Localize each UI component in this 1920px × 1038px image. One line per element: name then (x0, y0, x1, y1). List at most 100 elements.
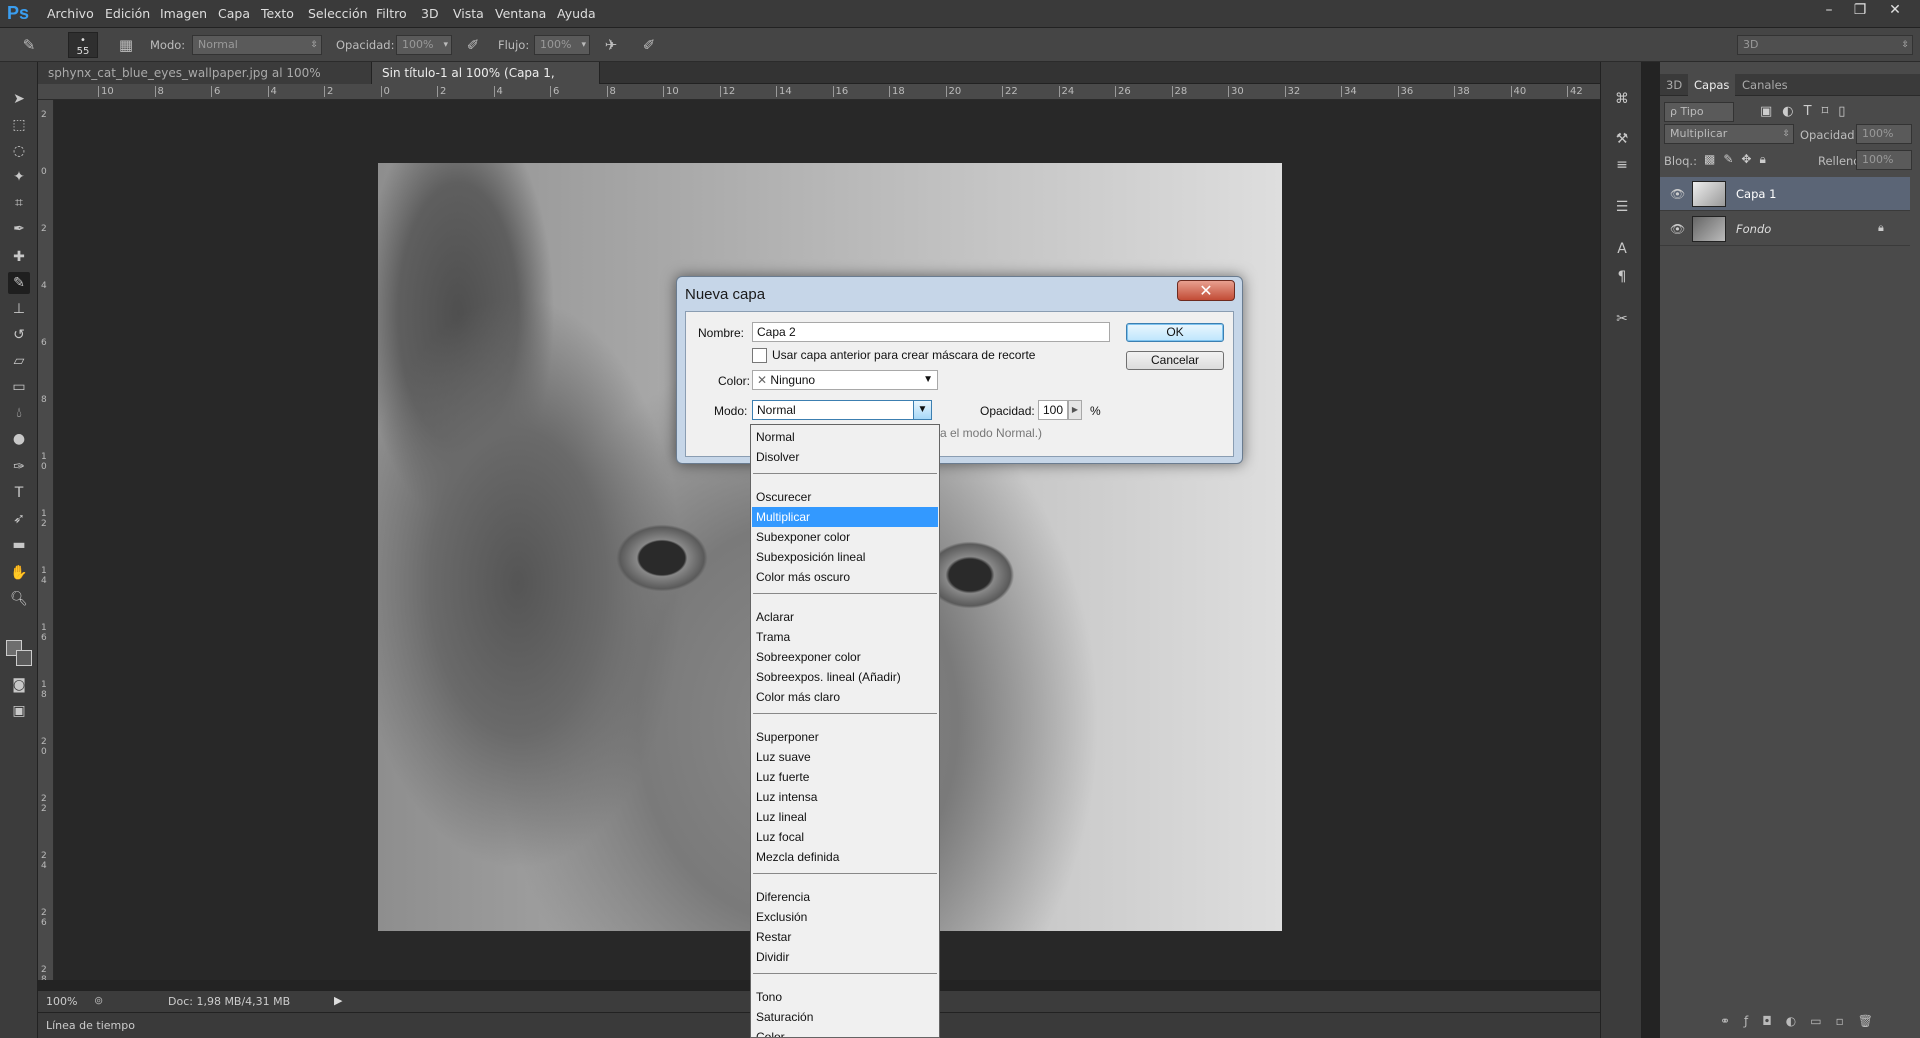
tab-sphynx[interactable]: sphynx_cat_blue_eyes_wallpaper.jpg al 10… (38, 62, 372, 102)
status-menu-arrow-icon[interactable]: ▶ (334, 994, 342, 1007)
zoom-level[interactable]: 100% (46, 995, 77, 1008)
restore-button[interactable]: ❐ (1845, 0, 1875, 22)
close-window-button[interactable]: ✕ (1880, 0, 1910, 22)
clone-stamp-tool-icon[interactable]: ⊥ (8, 298, 30, 320)
menu-texto[interactable]: Texto (261, 6, 294, 21)
mode-select[interactable]: Normal ▼ (752, 400, 932, 420)
history-panel-icon[interactable]: ⌘ (1611, 88, 1633, 110)
blend-mode-option[interactable]: Exclusión (752, 907, 938, 927)
blend-mode-option[interactable]: Sobreexponer color (752, 647, 938, 667)
screen-mode-icon[interactable]: ▣ (8, 700, 30, 722)
brush-tool-preset-icon[interactable]: ✎ (18, 34, 40, 56)
brush-size-picker[interactable]: • 55 (68, 32, 98, 58)
layer-filter-select[interactable]: ρ Tipo (1664, 102, 1734, 122)
blend-mode-option[interactable]: Disolver (752, 447, 938, 467)
menu-capa[interactable]: Capa (218, 6, 250, 21)
info-panel-icon[interactable]: ☰ (1611, 196, 1633, 218)
menu-seleccion[interactable]: Selección (308, 6, 368, 21)
blend-mode-option[interactable]: Oscurecer (752, 487, 938, 507)
blend-mode-option[interactable]: Mezcla definida (752, 847, 938, 867)
ok-button[interactable]: OK (1126, 323, 1224, 342)
layer-filter-icons[interactable]: ▣◐T⌑▯ (1760, 104, 1855, 119)
menu-filtro[interactable]: Filtro (376, 6, 407, 21)
blend-mode-option[interactable]: Luz fuerte (752, 767, 938, 787)
timeline-label[interactable]: Línea de tiempo (46, 1019, 135, 1032)
layer-name-input[interactable]: Capa 2 (752, 322, 1110, 342)
blend-mode-option[interactable]: Luz intensa (752, 787, 938, 807)
blend-mode-option[interactable]: Luz lineal (752, 807, 938, 827)
blend-mode-option[interactable]: Restar (752, 927, 938, 947)
menu-edicion[interactable]: Edición (105, 6, 150, 21)
blend-mode-option[interactable]: Multiplicar (752, 507, 938, 527)
blend-mode-option[interactable]: Color (752, 1027, 938, 1037)
adjustments-panel-icon[interactable]: ⚒ (1611, 128, 1633, 150)
blend-mode-option[interactable]: Sobreexpos. lineal (Añadir) (752, 667, 938, 687)
eye-icon[interactable]: 👁︎ (1670, 187, 1685, 201)
move-tool-icon[interactable]: ➤ (8, 88, 30, 110)
lasso-tool-icon[interactable]: ◌ (8, 140, 30, 162)
menu-3d[interactable]: 3D (421, 6, 439, 21)
opacity-slider-arrow-icon[interactable]: ▶ (1068, 400, 1082, 420)
opacity-field[interactable]: 100% ▾ (396, 35, 452, 55)
blend-mode-option[interactable]: Dividir (752, 947, 938, 967)
tab-3d[interactable]: 3D (1660, 74, 1688, 96)
blend-mode-option[interactable]: Subexponer color (752, 527, 938, 547)
paragraph-panel-icon[interactable]: ¶ (1611, 266, 1633, 288)
menu-ventana[interactable]: Ventana (495, 6, 546, 21)
pressure-opacity-icon[interactable]: ✐ (462, 34, 484, 56)
zoom-tool-icon[interactable]: 🔍︎ (8, 588, 30, 610)
blend-mode-option[interactable]: Diferencia (752, 887, 938, 907)
minimize-button[interactable]: – (1814, 0, 1844, 22)
color-select[interactable]: ✕ Ninguno ▼ (752, 370, 938, 390)
tab-sin-titulo[interactable]: Sin título-1 al 100% (Capa 1, RGB/8) * × (372, 62, 600, 102)
eye-icon[interactable]: 👁︎ (1670, 222, 1685, 236)
clip-mask-checkbox[interactable] (752, 348, 767, 363)
blur-tool-icon[interactable]: 💧︎ (8, 402, 30, 424)
blend-mode-option[interactable]: Color más claro (752, 687, 938, 707)
workspace-select[interactable]: 3D ⇳ (1737, 35, 1913, 55)
menu-imagen[interactable]: Imagen (160, 6, 207, 21)
healing-brush-tool-icon[interactable]: ✚ (8, 246, 30, 268)
layer-opacity-field[interactable]: 100% (1856, 124, 1912, 144)
hand-tool-icon[interactable]: ✋ (8, 562, 30, 584)
quick-mask-icon[interactable]: ◙ (8, 674, 30, 696)
history-brush-tool-icon[interactable]: ↺ (8, 324, 30, 346)
blend-mode-option[interactable]: Aclarar (752, 607, 938, 627)
tab-capas[interactable]: Capas (1688, 74, 1736, 96)
tab-canales[interactable]: Canales (1736, 74, 1794, 96)
fill-field[interactable]: 100% (1856, 150, 1912, 170)
rectangle-tool-icon[interactable]: ▬ (8, 534, 30, 556)
opacity-input[interactable]: 100 (1038, 400, 1068, 420)
menu-ayuda[interactable]: Ayuda (557, 6, 596, 21)
cancel-button[interactable]: Cancelar (1126, 351, 1224, 370)
lock-icons[interactable]: ▩✎✥🔒︎ (1704, 152, 1774, 167)
blend-mode-option[interactable]: Trama (752, 627, 938, 647)
blend-mode-option[interactable]: Tono (752, 987, 938, 1007)
flow-field[interactable]: 100% ▾ (534, 35, 590, 55)
character-panel-icon[interactable]: A (1611, 238, 1633, 260)
blend-mode-option[interactable]: Normal (752, 427, 938, 447)
blend-mode-option[interactable]: Luz focal (752, 827, 938, 847)
eyedropper-tool-icon[interactable]: ✒ (8, 218, 30, 240)
properties-panel-icon[interactable]: ≡ (1611, 154, 1633, 176)
eraser-tool-icon[interactable]: ▱ (8, 350, 30, 372)
dodge-tool-icon[interactable]: ● (8, 428, 30, 450)
blend-mode-option[interactable]: Superponer (752, 727, 938, 747)
layer-row-fondo[interactable]: 👁︎ Fondo 🔒︎ (1660, 212, 1910, 246)
blend-mode-option[interactable]: Subexposición lineal (752, 547, 938, 567)
gradient-tool-icon[interactable]: ▭ (8, 376, 30, 398)
mode-select[interactable]: Normal ⇳ (192, 35, 322, 55)
blend-mode-option[interactable]: Saturación (752, 1007, 938, 1027)
background-color-swatch[interactable] (16, 650, 32, 666)
pen-tool-icon[interactable]: ✑ (8, 456, 30, 478)
type-tool-icon[interactable]: T (8, 482, 30, 504)
marquee-tool-icon[interactable]: ⬚ (8, 114, 30, 136)
path-selection-tool-icon[interactable]: ➶ (8, 508, 30, 530)
brush-panel-icon[interactable]: ▦ (115, 34, 137, 56)
quick-selection-tool-icon[interactable]: ✦ (8, 166, 30, 188)
brush-tool-icon[interactable]: ✎ (8, 272, 30, 294)
chevron-down-icon[interactable]: ▼ (913, 401, 931, 419)
blend-mode-option[interactable]: Color más oscuro (752, 567, 938, 587)
menu-archivo[interactable]: Archivo (47, 6, 94, 21)
dialog-close-button[interactable]: ✕ (1177, 280, 1235, 301)
